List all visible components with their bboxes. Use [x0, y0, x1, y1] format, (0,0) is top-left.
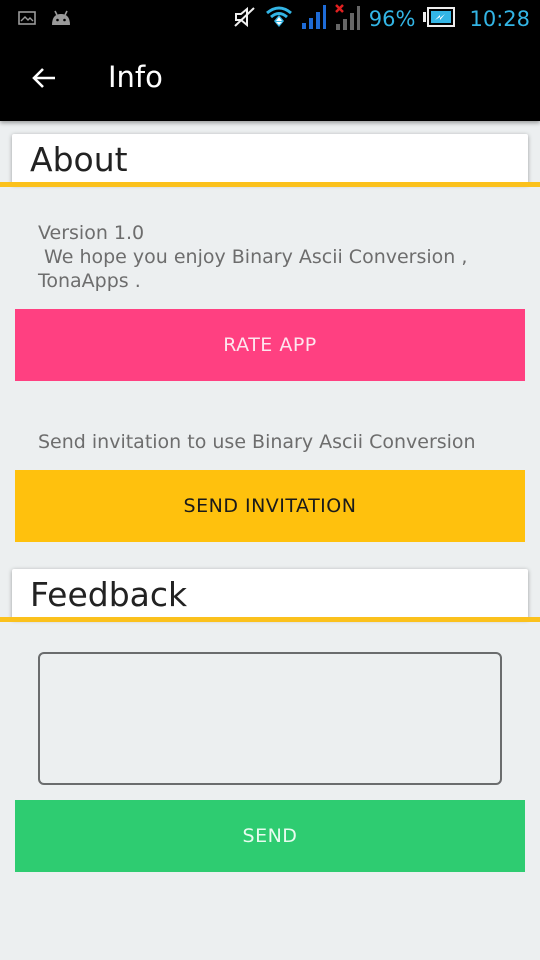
signal-sim2-no-service-icon: [334, 3, 361, 36]
about-divider: [0, 182, 540, 187]
about-section-header: About: [12, 134, 528, 184]
battery-percent: 96%: [368, 7, 416, 31]
signal-sim1-icon: [301, 4, 327, 35]
clock: 10:28: [469, 7, 530, 31]
battery-charging-icon: [423, 6, 456, 32]
arrow-back-icon: [31, 67, 57, 94]
mute-icon: [233, 5, 257, 34]
feedback-input[interactable]: [38, 652, 502, 785]
feedback-title: Feedback: [30, 575, 188, 614]
send-feedback-button[interactable]: SEND: [15, 800, 525, 872]
send-invitation-button[interactable]: SEND INVITATION: [15, 470, 525, 542]
back-button[interactable]: [22, 58, 66, 102]
feedback-section-header: Feedback: [12, 569, 528, 619]
about-title: About: [30, 140, 128, 179]
gallery-notification-icon: [18, 10, 36, 31]
invite-text: Send invitation to use Binary Ascii Conv…: [38, 431, 476, 453]
wifi-icon: [265, 4, 293, 35]
version-text: Version 1.0 We hope you enjoy Binary Asc…: [38, 222, 468, 292]
status-bar: 96% 10:28: [0, 0, 540, 38]
action-bar: Info: [0, 38, 540, 121]
android-notification-icon: [50, 9, 72, 32]
rate-app-button[interactable]: RATE APP: [15, 309, 525, 381]
feedback-divider: [0, 617, 540, 622]
page-title: Info: [108, 60, 163, 94]
